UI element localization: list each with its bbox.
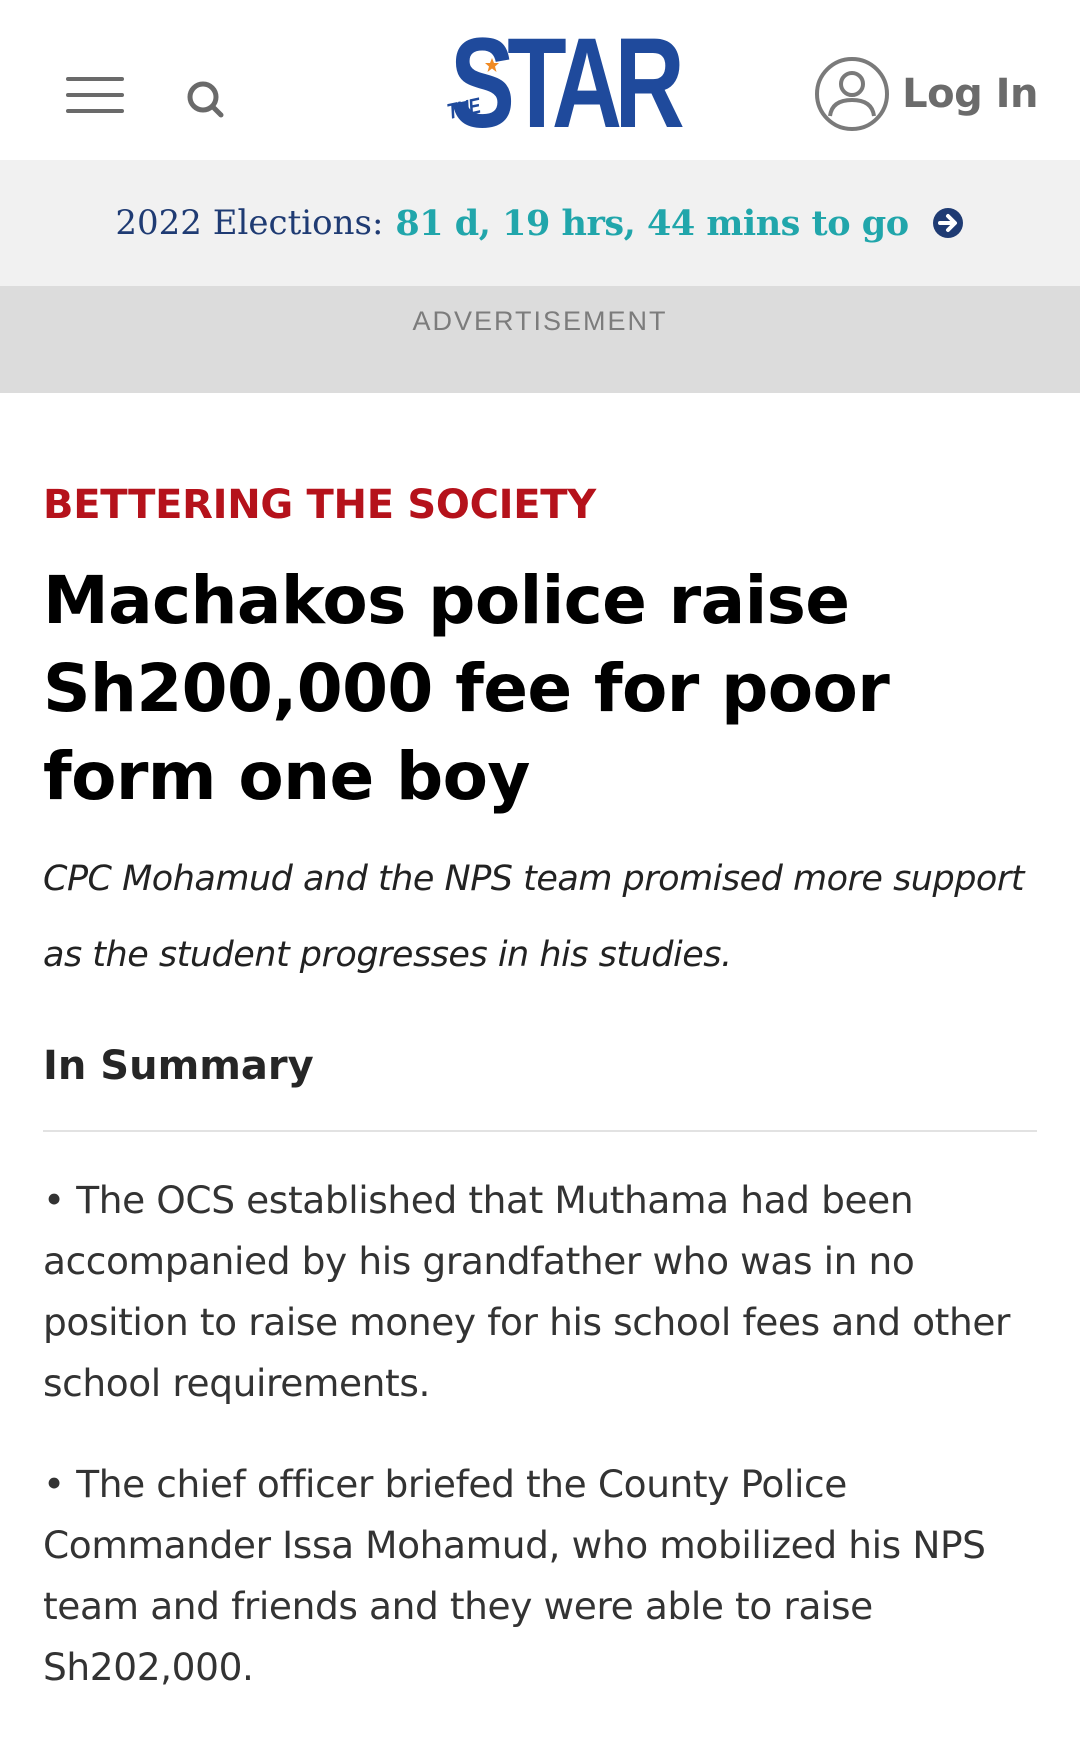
- election-countdown: 81 d, 19 hrs, 44 mins to go: [395, 202, 909, 244]
- article-headline: Machakos police raise Sh200,000 fee for …: [43, 562, 890, 815]
- search-icon[interactable]: [184, 78, 228, 122]
- arrow-right-circle-icon[interactable]: [931, 206, 965, 240]
- summary-divider: [43, 1130, 1037, 1132]
- summary-item: • The OCS established that Muthama had b…: [43, 1178, 1011, 1405]
- summary-title: In Summary: [43, 1043, 314, 1089]
- election-countdown-banner[interactable]: 2022 Elections: 81 d, 19 hrs, 44 mins to…: [0, 160, 1080, 286]
- article: BETTERING THE SOCIETY Machakos police ra…: [0, 393, 1080, 1698]
- logo-star-icon: [485, 58, 499, 72]
- advertisement-slot: ADVERTISEMENT: [0, 286, 1080, 393]
- article-standfirst: CPC Mohamud and the NPS team promised mo…: [43, 859, 1024, 975]
- login-button[interactable]: Log In: [814, 56, 1038, 132]
- login-label: Log In: [902, 71, 1038, 117]
- user-avatar-icon: [815, 57, 890, 131]
- election-label: 2022 Elections:: [115, 203, 384, 243]
- hamburger-menu-icon[interactable]: [66, 77, 124, 113]
- summary-item: • The chief officer briefed the County P…: [43, 1462, 986, 1689]
- site-header: THE STAR Log In: [0, 0, 1080, 160]
- logo-wordmark: STAR: [450, 12, 685, 155]
- advertisement-label: ADVERTISEMENT: [412, 306, 668, 336]
- the-star-logo[interactable]: THE STAR: [440, 20, 685, 152]
- summary-list: • The OCS established that Muthama had b…: [43, 1170, 1037, 1698]
- category-link[interactable]: BETTERING THE SOCIETY: [43, 481, 596, 529]
